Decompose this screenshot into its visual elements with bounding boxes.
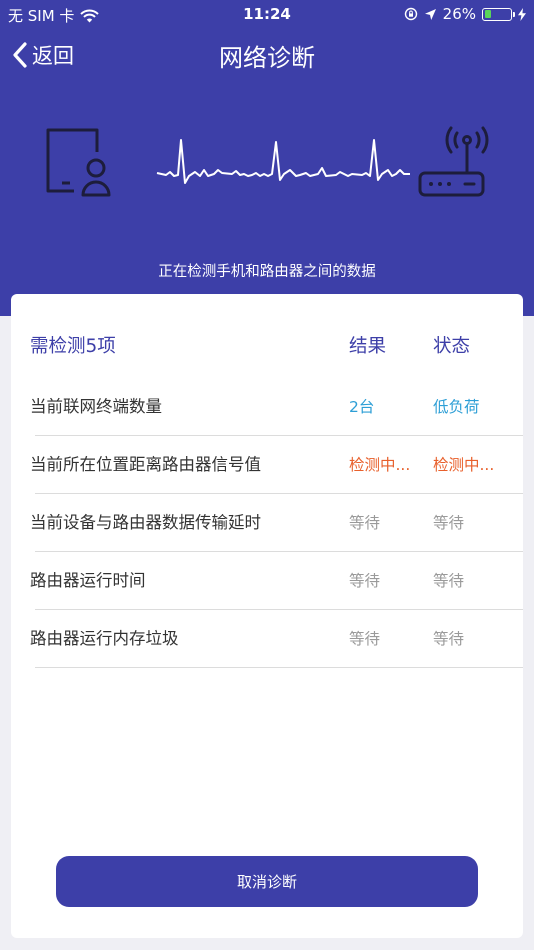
page-title: 网络诊断 [219, 44, 315, 72]
router-icon [418, 126, 489, 197]
table-row: 当前设备与路由器数据传输延时 等待 等待 [11, 494, 523, 552]
check-result: 等待 [349, 572, 381, 590]
check-item-label: 当前联网终端数量 [30, 397, 162, 416]
table-header: 需检测5项 结果 状态 [11, 318, 523, 376]
orientation-lock-icon [404, 7, 417, 21]
check-status: 等待 [433, 572, 465, 590]
check-status: 等待 [433, 514, 465, 532]
row-divider [35, 667, 523, 668]
charging-bolt-icon [518, 7, 526, 21]
item-count-label: 需检测5项 [30, 336, 116, 357]
check-item-label: 当前所在位置距离路由器信号值 [30, 455, 261, 474]
check-result: 等待 [349, 630, 381, 648]
status-bar: 无 SIM 卡 11:24 26% [0, 0, 534, 28]
progress-hint: 正在检测手机和路由器之间的数据 [158, 264, 376, 280]
nav-bar: 返回 网络诊断 [0, 30, 534, 78]
table-row: 当前所在位置距离路由器信号值 检测中... 检测中... [11, 436, 523, 494]
check-result: 等待 [349, 514, 381, 532]
battery-icon [482, 7, 515, 21]
check-status: 低负荷 [433, 398, 480, 416]
heartbeat-line [156, 139, 410, 184]
battery-percent: 26% [442, 5, 476, 23]
status-column-header: 状态 [433, 336, 471, 357]
result-column-header: 结果 [349, 336, 387, 357]
table-row: 当前联网终端数量 2台 低负荷 [11, 378, 523, 436]
diagnosis-card: 需检测5项 结果 状态 当前联网终端数量 2台 低负荷 当前所在位置距离路由器信… [11, 294, 523, 938]
check-item-label: 路由器运行内存垃圾 [30, 629, 179, 648]
table-row: 路由器运行时间 等待 等待 [11, 552, 523, 610]
status-right: 26% [404, 5, 526, 23]
diagnosis-illustration [46, 126, 489, 197]
phone-user-icon [46, 128, 111, 197]
check-result: 2台 [349, 398, 375, 416]
check-item-label: 路由器运行时间 [30, 571, 146, 590]
battery-level [484, 10, 491, 18]
check-item-label: 当前设备与路由器数据传输延时 [30, 513, 261, 532]
table-row: 路由器运行内存垃圾 等待 等待 [11, 610, 523, 668]
check-result: 检测中... [349, 456, 411, 474]
header-area: 无 SIM 卡 11:24 26% 返回 网络诊断 正在检测手机和路由器之间的数… [0, 0, 534, 316]
location-arrow-icon [424, 8, 436, 20]
check-status: 检测中... [433, 456, 495, 474]
check-status: 等待 [433, 630, 465, 648]
cancel-diagnosis-button[interactable]: 取消诊断 [56, 856, 478, 907]
